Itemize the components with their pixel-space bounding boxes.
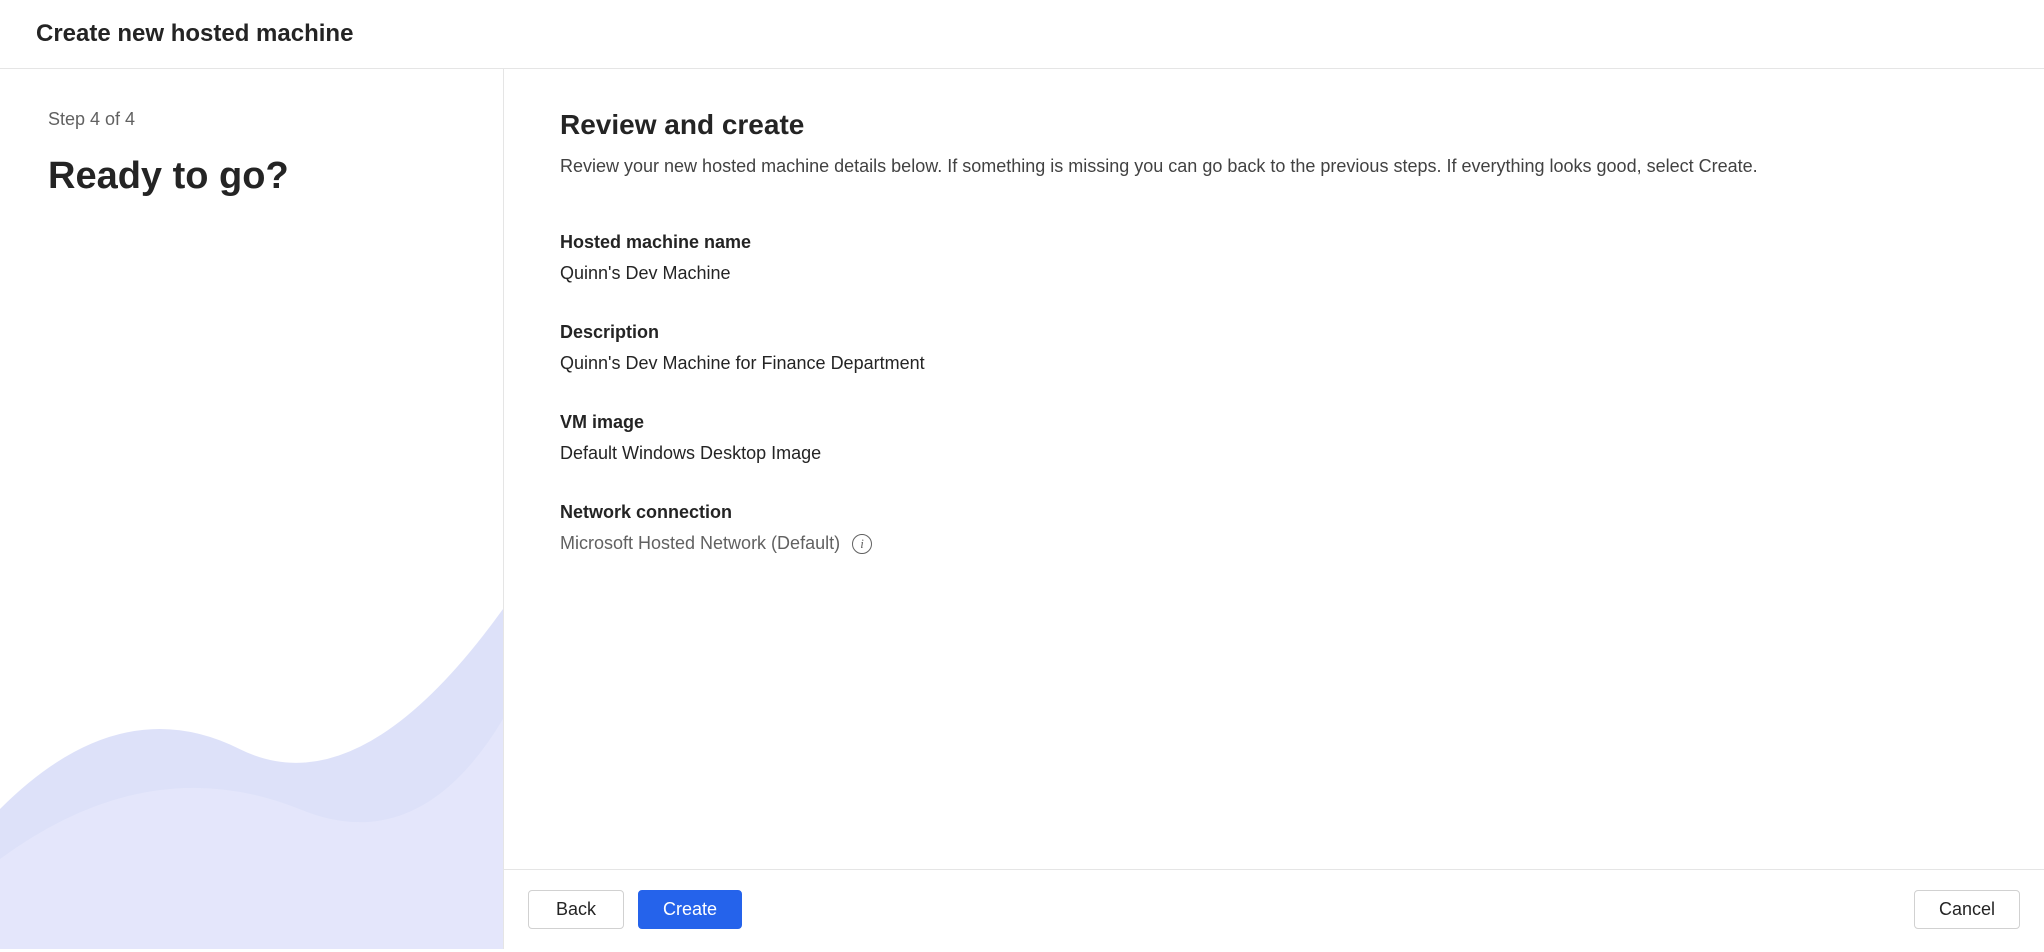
detail-value: Quinn's Dev Machine	[560, 263, 1988, 284]
footer-right-buttons: Cancel	[1914, 890, 2020, 929]
detail-label: VM image	[560, 412, 1988, 433]
detail-label: Description	[560, 322, 1988, 343]
wizard-title: Create new hosted machine	[36, 20, 2008, 48]
detail-label: Hosted machine name	[560, 232, 1988, 253]
footer-left-buttons: Back Create	[528, 890, 742, 929]
back-button[interactable]: Back	[528, 890, 624, 929]
detail-value: Quinn's Dev Machine for Finance Departme…	[560, 353, 1988, 374]
content-title: Review and create	[560, 109, 1988, 141]
step-indicator: Step 4 of 4	[48, 109, 455, 130]
wizard-main: Review and create Review your new hosted…	[504, 69, 2044, 949]
detail-value: Microsoft Hosted Network (Default) i	[560, 533, 1988, 554]
detail-vm-image: VM image Default Windows Desktop Image	[560, 412, 1988, 464]
cancel-button[interactable]: Cancel	[1914, 890, 2020, 929]
detail-network: Network connection Microsoft Hosted Netw…	[560, 502, 1988, 554]
detail-value: Default Windows Desktop Image	[560, 443, 1988, 464]
network-value-text: Microsoft Hosted Network (Default)	[560, 533, 840, 554]
sidebar-heading: Ready to go?	[48, 154, 455, 200]
wizard-footer: Back Create Cancel	[504, 869, 2044, 949]
wizard-sidebar: Step 4 of 4 Ready to go?	[0, 69, 504, 949]
create-button[interactable]: Create	[638, 890, 742, 929]
content-description: Review your new hosted machine details b…	[560, 153, 1988, 180]
detail-label: Network connection	[560, 502, 1988, 523]
wizard-body: Step 4 of 4 Ready to go? Review and crea…	[0, 69, 2044, 949]
content-area: Review and create Review your new hosted…	[504, 69, 2044, 869]
decorative-wave	[0, 549, 503, 949]
detail-description: Description Quinn's Dev Machine for Fina…	[560, 322, 1988, 374]
detail-machine-name: Hosted machine name Quinn's Dev Machine	[560, 232, 1988, 284]
wizard-header: Create new hosted machine	[0, 0, 2044, 69]
info-icon[interactable]: i	[852, 534, 872, 554]
